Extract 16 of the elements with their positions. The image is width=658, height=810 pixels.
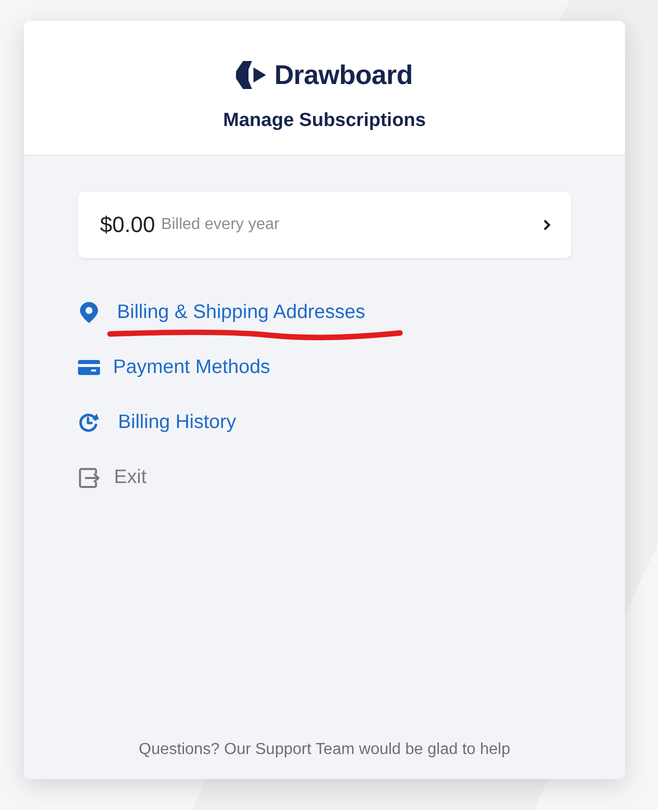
- brand-name: Drawboard: [274, 62, 413, 88]
- chevron-right-icon: [543, 219, 551, 231]
- menu-link[interactable]: Billing History: [78, 395, 236, 450]
- billing-period: Billed every year: [161, 216, 280, 234]
- menu-link[interactable]: Payment Methods: [78, 340, 270, 395]
- plan-price: $0.00: [100, 212, 156, 238]
- location-pin-icon: [80, 302, 98, 323]
- subscription-plan-card[interactable]: $0.00 Billed every year: [78, 192, 571, 258]
- menu-link[interactable]: Billing & Shipping Addresses: [78, 285, 366, 340]
- history-icon: [79, 413, 99, 432]
- credit-card-icon: [78, 360, 100, 375]
- exit-icon: [78, 468, 100, 488]
- logo-icon: [236, 61, 266, 89]
- exit-link[interactable]: Exit: [78, 450, 147, 505]
- support-note: Questions? Our Support Team would be glad to help: [138, 741, 512, 759]
- page-title: Manage Subscriptions: [223, 110, 426, 132]
